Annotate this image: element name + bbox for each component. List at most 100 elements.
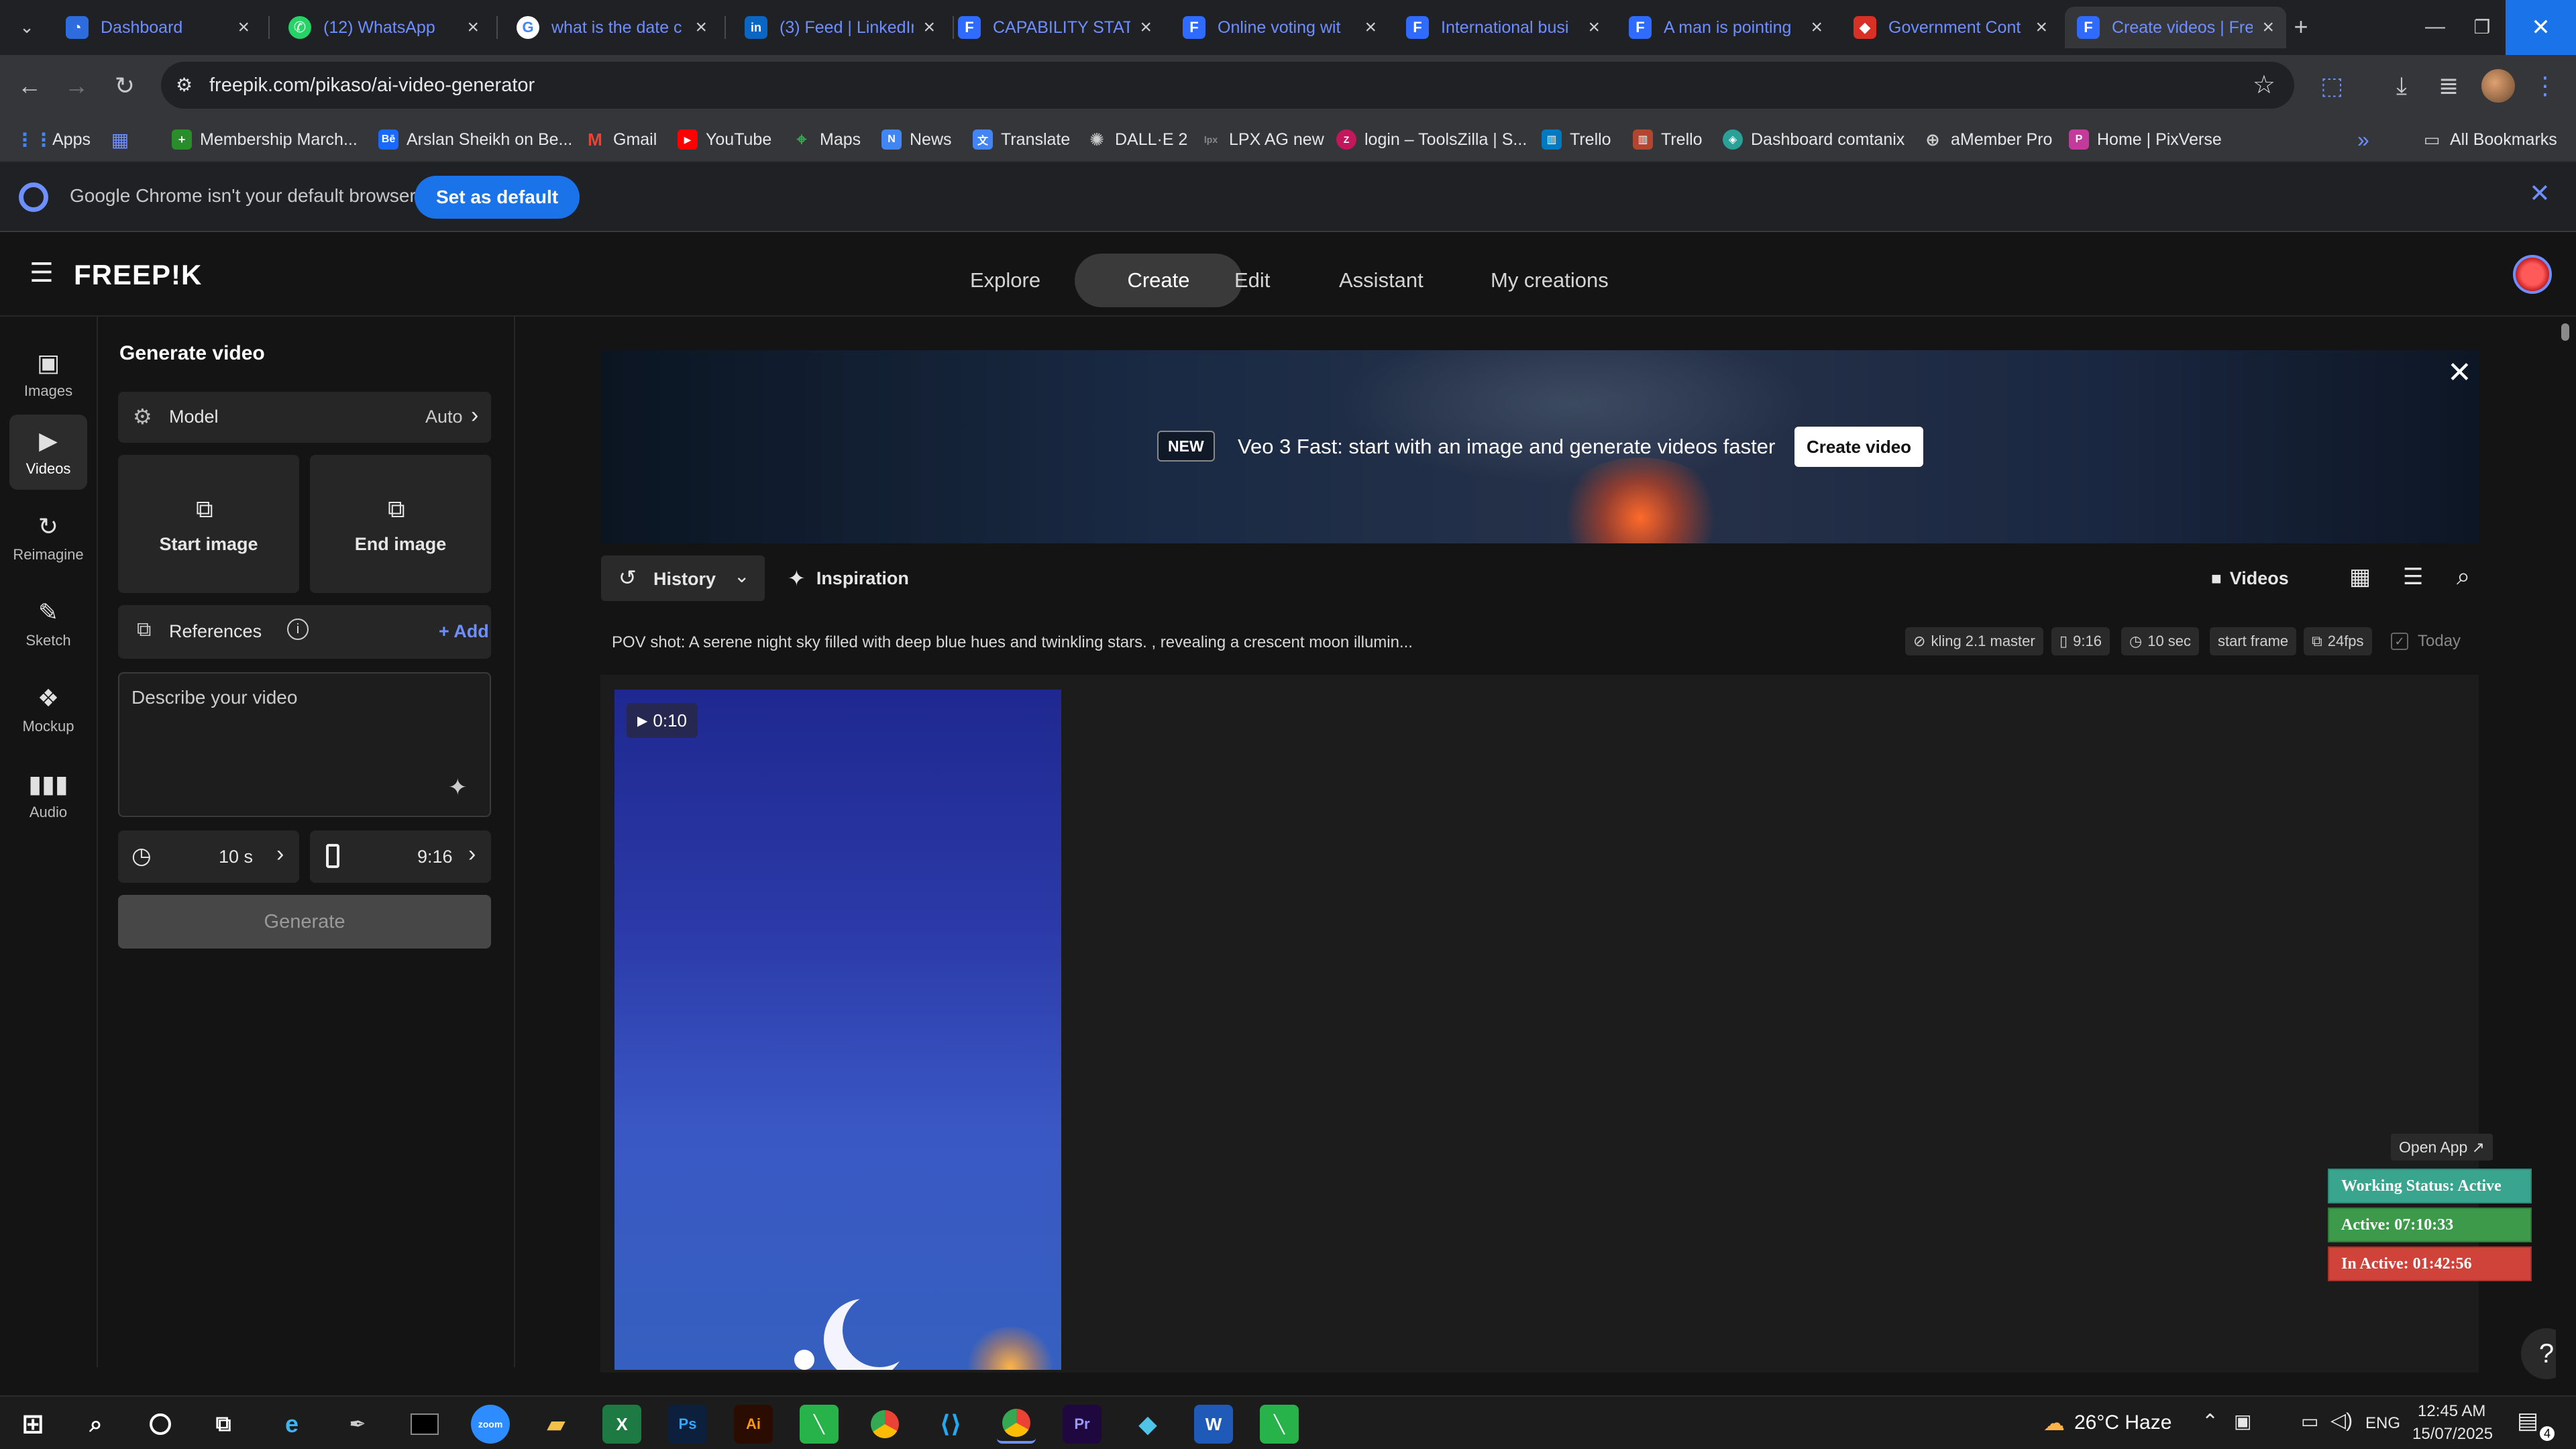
aspect-ratio-selector[interactable]: 9:16 › [310,830,491,883]
rail-reimagine[interactable]: ↻ Reimagine [9,500,87,576]
bookmark-translate[interactable]: 文 Translate [973,126,1070,153]
tab-online-voting[interactable]: F Online voting wit × [1171,7,1389,48]
tab-international-business[interactable]: F International busi × [1394,7,1612,48]
close-icon[interactable]: × [467,16,479,39]
create-video-button[interactable]: Create video [1794,427,1924,467]
close-icon[interactable]: × [1588,16,1600,39]
more-bookmarks-icon[interactable]: » [2357,126,2369,153]
close-icon[interactable]: × [1140,16,1152,39]
search-icon[interactable]: ⌕ [2457,562,2470,591]
close-icon[interactable]: × [2035,16,2047,39]
reload-icon[interactable]: ↻ [105,66,145,106]
forward-icon[interactable]: → [56,66,97,106]
freepik-logo[interactable]: FREEP!K [74,259,202,291]
illustrator-icon[interactable]: Ai [734,1405,773,1444]
bookmark-pixverse[interactable]: P Home | PixVerse [2069,126,2222,153]
tab-capability-statement[interactable]: F CAPABILITY STATE × [946,7,1164,48]
windows-start-icon[interactable]: ⊞ [13,1405,52,1444]
search-icon[interactable]: ⌕ [76,1405,115,1444]
bookmark-maps[interactable]: ⌖ Maps [792,126,861,153]
pen-icon[interactable]: ✒ [338,1405,377,1444]
bookmark-trello-2[interactable]: ▥ Trello [1633,126,1703,153]
close-icon[interactable]: × [237,16,250,39]
photoshop-icon[interactable]: Ps [668,1405,707,1444]
tab-government-contracts[interactable]: ◆ Government Cont × [1841,7,2059,48]
bookmark-news[interactable]: N News [881,126,952,153]
magic-wand-icon[interactable]: ✦ [448,774,468,801]
set-default-button[interactable]: Set as default [415,176,580,219]
media-control-icon[interactable]: ≣ [2428,66,2469,106]
bookmark-apps[interactable]: ⋮⋮ Apps [15,126,91,153]
bookmark-comtanix[interactable]: ◈ Dashboard comtanix [1723,126,1904,153]
inspiration-tab[interactable]: ✦ Inspiration [788,555,909,601]
video-thumbnail[interactable]: ▶ 0:10 [614,690,1061,1370]
generate-button[interactable]: Generate [118,895,491,949]
open-app-link[interactable]: Open App ↗ [2391,1134,2493,1161]
tab-create-videos[interactable]: F Create videos | Fre × [2065,7,2286,48]
bookmark-trello-1[interactable]: ▥ Trello [1542,126,1611,153]
tab-whatsapp[interactable]: ✆ (12) WhatsApp × [276,7,491,48]
all-bookmarks-button[interactable]: ▭ All Bookmarks [2422,126,2557,153]
premiere-icon[interactable]: Pr [1063,1405,1102,1444]
file-explorer-icon[interactable]: ▰ [537,1405,576,1444]
tab-search-icon[interactable]: ⌄ [7,7,47,47]
window-close-icon[interactable]: ✕ [2506,0,2576,55]
tab-dashboard[interactable]: ◔ Dashboard × [54,7,262,48]
volume-icon[interactable]: ◁) [2330,1409,2353,1432]
extensions-icon[interactable]: ⬚ [2312,66,2352,106]
history-prompt[interactable]: POV shot: A serene night sky filled with… [612,633,1413,652]
bookmark-grid[interactable]: ▦ [110,126,138,153]
history-dropdown[interactable]: ↺ History ⌄ [601,555,765,601]
duration-selector[interactable]: ◷ 10 s › [118,830,299,883]
user-avatar[interactable] [2513,255,2552,294]
bookmark-gmail[interactable]: M Gmail [585,126,657,153]
bookmark-lpx[interactable]: lpx LPX AG new [1201,126,1324,153]
notification-center-icon[interactable]: ▤ [2517,1407,2538,1434]
close-icon[interactable]: ✕ [2529,178,2551,209]
grid-view-icon[interactable]: ▦ [2349,564,2371,590]
bookmark-behance[interactable]: Bē Arslan Sheikh on Be... [378,126,572,153]
green-app-icon-2[interactable]: ╲ [1260,1405,1299,1444]
bookmark-star-icon[interactable]: ☆ [2253,70,2275,100]
bookmark-membership[interactable]: + Membership March... [172,126,358,153]
vscode-icon[interactable]: ⟨⟩ [931,1405,970,1444]
add-reference-button[interactable]: + Add [439,621,489,642]
tab-man-pointing[interactable]: F A man is pointing × [1617,7,1835,48]
bookmark-dalle[interactable]: ✺ DALL·E 2 [1087,126,1187,153]
zoom-icon[interactable]: zoom [471,1405,510,1444]
word-icon[interactable]: W [1194,1405,1233,1444]
model-selector[interactable]: ⚙ Model Auto › [118,392,491,443]
rail-audio[interactable]: ▮▮▮ Audio [9,758,87,833]
close-icon[interactable]: × [1364,16,1377,39]
task-view-icon[interactable]: ⧉ [204,1405,243,1444]
site-info-icon[interactable]: ⚙ [176,74,193,96]
diamond-app-icon[interactable]: ◆ [1128,1405,1167,1444]
nav-explore[interactable]: Explore [941,254,1070,307]
back-icon[interactable]: ← [9,66,50,106]
prompt-textarea[interactable]: Describe your video ✦ [118,672,491,817]
hamburger-menu-icon[interactable]: ☰ [30,258,54,288]
chrome-active-icon[interactable] [997,1405,1036,1444]
checkbox[interactable]: ✓ [2391,633,2408,650]
meet-now-icon[interactable]: ▣ [2234,1410,2251,1432]
edge-icon[interactable]: e [272,1405,311,1444]
filter-sliders-icon[interactable]: ☰ [2403,564,2423,590]
downloads-icon[interactable]: ⤓ [2381,66,2422,106]
end-image-button[interactable]: ⧉ End image [310,455,491,593]
bookmark-amember[interactable]: ⊕ aMember Pro [1923,126,2052,153]
language-indicator[interactable]: ENG [2365,1414,2400,1433]
menu-kebab-icon[interactable]: ⋮ [2525,66,2565,106]
rail-sketch[interactable]: ✎ Sketch [9,586,87,661]
green-app-icon[interactable]: ╲ [800,1405,839,1444]
nav-edit[interactable]: Edit [1205,254,1299,307]
bookmark-toolszilla[interactable]: Zlogin – ToolsZilla | S... [1336,126,1527,153]
chrome-icon[interactable] [865,1405,904,1444]
clock-date[interactable]: 15/07/2025 [2412,1425,2493,1444]
tab-linkedin[interactable]: in (3) Feed | LinkedIn × [733,7,947,48]
terminal-icon[interactable] [405,1405,444,1444]
address-bar[interactable]: ⚙ freepik.com/pikaso/ai-video-generator … [161,62,2294,109]
tab-google-search[interactable]: G what is the date c × [504,7,719,48]
new-tab-button[interactable]: + [2281,7,2321,47]
close-banner-icon[interactable]: ✕ [2447,356,2472,390]
rail-videos[interactable]: ▶ Videos [9,415,87,490]
